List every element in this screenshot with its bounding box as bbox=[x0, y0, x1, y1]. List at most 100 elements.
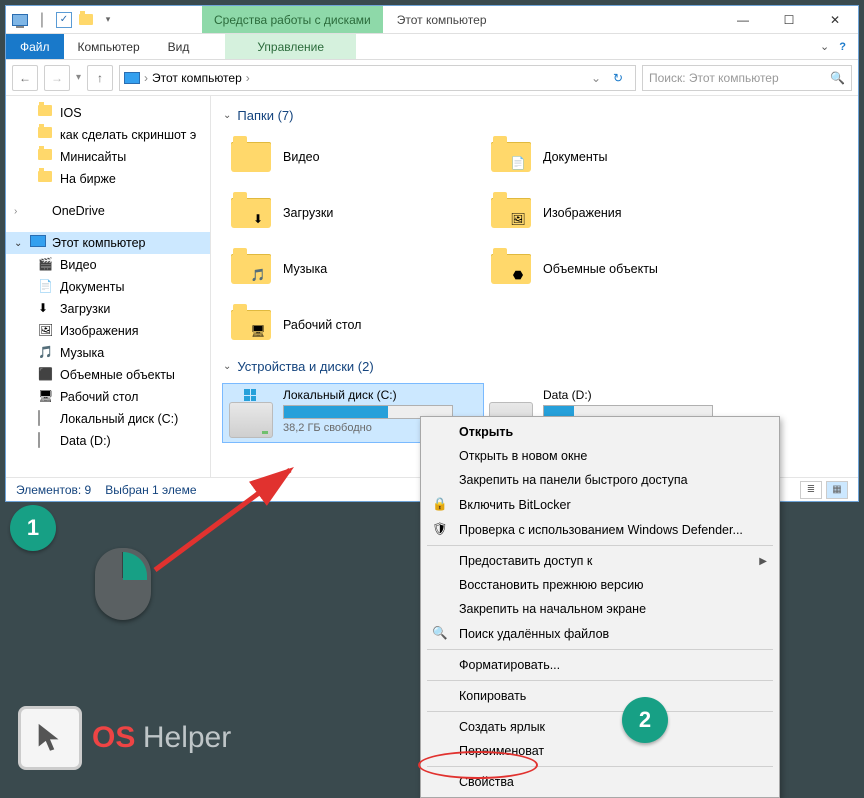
context-menu-item[interactable]: Копировать bbox=[423, 684, 777, 708]
folder-item[interactable]: ⬣Объемные объекты bbox=[483, 245, 743, 293]
maximize-button[interactable]: ☐ bbox=[766, 6, 812, 33]
drive-label: Data (D:) bbox=[543, 388, 737, 402]
tree-item-icon bbox=[38, 411, 54, 427]
refresh-icon[interactable]: ↻ bbox=[605, 71, 631, 85]
tree-item-label: Изображения bbox=[60, 324, 139, 338]
status-item-count: Элементов: 9 bbox=[16, 483, 91, 497]
folder-label: Документы bbox=[543, 150, 607, 164]
title-bar: | ✓ ▾ Средства работы с дисками Этот ком… bbox=[6, 6, 858, 34]
context-menu-item[interactable]: Открыть в новом окне bbox=[423, 444, 777, 468]
tree-item[interactable]: 🖼Изображения bbox=[6, 320, 210, 342]
group-folders-header[interactable]: ⌄Папки (7) bbox=[223, 108, 846, 123]
tree-item[interactable]: Минисайты bbox=[6, 146, 210, 168]
close-button[interactable]: ✕ bbox=[812, 6, 858, 33]
tree-item[interactable]: Data (D:) bbox=[6, 430, 210, 452]
folder-icon: 🖼 bbox=[489, 193, 533, 233]
address-bar-row: ← → ▾ ↑ › Этот компьютер › ⌄ ↻ Поиск: Эт… bbox=[6, 60, 858, 96]
folder-label: Изображения bbox=[543, 206, 622, 220]
tab-manage[interactable]: Управление bbox=[225, 34, 356, 59]
context-item-label: Копировать bbox=[459, 689, 526, 703]
nav-forward-button[interactable]: → bbox=[44, 65, 70, 91]
folder-icon: ⬣ bbox=[489, 249, 533, 289]
context-menu-item[interactable]: Переименоват bbox=[423, 739, 777, 763]
folder-item[interactable]: 🖥Рабочий стол bbox=[223, 301, 483, 349]
context-menu-item[interactable]: Свойства bbox=[423, 770, 777, 794]
tree-item-label: Загрузки bbox=[60, 302, 110, 316]
folder-item[interactable]: ⬇Загрузки bbox=[223, 189, 483, 237]
tree-item-icon: ⬇ bbox=[38, 301, 54, 317]
annotation-badge-2: 2 bbox=[622, 697, 668, 743]
expand-icon[interactable]: › bbox=[14, 206, 24, 217]
quick-access-toolbar: | ✓ ▾ bbox=[6, 6, 122, 33]
tree-item[interactable]: ⬛Объемные объекты bbox=[6, 364, 210, 386]
context-menu-item[interactable]: Форматировать... bbox=[423, 653, 777, 677]
tree-item[interactable]: как сделать скриншот э bbox=[6, 124, 210, 146]
view-details-button[interactable]: ≣ bbox=[800, 481, 822, 499]
minimize-button[interactable]: — bbox=[720, 6, 766, 33]
nav-recent-dropdown[interactable]: ▾ bbox=[76, 72, 81, 83]
tree-item[interactable]: На бирже bbox=[6, 168, 210, 190]
folder-item[interactable]: Видео bbox=[223, 133, 483, 181]
ribbon-collapse-icon[interactable]: ⌄ bbox=[820, 40, 829, 53]
tree-thispc[interactable]: ⌄Этот компьютер bbox=[6, 232, 210, 254]
search-icon[interactable]: 🔍 bbox=[830, 71, 845, 85]
breadcrumb-bar[interactable]: › Этот компьютер › ⌄ ↻ bbox=[119, 65, 636, 91]
tab-computer[interactable]: Компьютер bbox=[64, 34, 154, 59]
chevron-right-icon[interactable]: › bbox=[144, 71, 148, 85]
shield-icon: 🛡 bbox=[431, 522, 449, 537]
folder-label: Загрузки bbox=[283, 206, 333, 220]
folder-item[interactable]: 📄Документы bbox=[483, 133, 743, 181]
context-menu-item[interactable]: 🔒Включить BitLocker bbox=[423, 492, 777, 517]
context-item-label: Предоставить доступ к bbox=[459, 554, 592, 568]
context-separator bbox=[427, 545, 773, 546]
context-menu-item[interactable]: Создать ярлык bbox=[423, 715, 777, 739]
nav-up-button[interactable]: ↑ bbox=[87, 65, 113, 91]
cursor-icon bbox=[18, 706, 82, 770]
chevron-right-icon[interactable]: › bbox=[246, 71, 250, 85]
qat-dropdown-icon[interactable]: ▾ bbox=[100, 12, 116, 28]
nav-back-button[interactable]: ← bbox=[12, 65, 38, 91]
context-item-label: Закрепить на начальном экране bbox=[459, 602, 646, 616]
collapse-icon[interactable]: ⌄ bbox=[14, 238, 24, 249]
tree-item[interactable]: 🎬Видео bbox=[6, 254, 210, 276]
context-item-label: Свойства bbox=[459, 775, 514, 789]
tree-item[interactable]: Локальный диск (C:) bbox=[6, 408, 210, 430]
breadcrumb-history-icon[interactable]: ⌄ bbox=[591, 71, 601, 85]
folder-qat-icon[interactable] bbox=[78, 12, 94, 28]
checkbox-qat-icon[interactable]: ✓ bbox=[56, 12, 72, 28]
breadcrumb-root[interactable]: Этот компьютер bbox=[152, 71, 242, 85]
tree-item[interactable]: ⬇ Загрузки bbox=[6, 298, 210, 320]
context-item-label: Восстановить прежнюю версию bbox=[459, 578, 644, 592]
search-placeholder: Поиск: Этот компьютер bbox=[649, 71, 779, 85]
search-input[interactable]: Поиск: Этот компьютер 🔍 bbox=[642, 65, 852, 91]
help-icon[interactable]: ? bbox=[839, 41, 846, 53]
context-menu: ОткрытьОткрыть в новом окнеЗакрепить на … bbox=[420, 416, 780, 798]
qat-divider: | bbox=[34, 12, 50, 28]
context-menu-item[interactable]: Предоставить доступ к ▶ bbox=[423, 549, 777, 573]
tree-item-label: Видео bbox=[60, 258, 97, 272]
context-separator bbox=[427, 766, 773, 767]
submenu-arrow-icon: ▶ bbox=[759, 556, 767, 567]
tree-item-label: Документы bbox=[60, 280, 124, 294]
logo-os: OS bbox=[92, 721, 135, 754]
context-menu-item[interactable]: Закрепить на начальном экране bbox=[423, 597, 777, 621]
tree-item[interactable]: IOS bbox=[6, 102, 210, 124]
tree-item[interactable]: 🎵Музыка bbox=[6, 342, 210, 364]
tree-item[interactable]: 🖥Рабочий стол bbox=[6, 386, 210, 408]
context-menu-item[interactable]: Закрепить на панели быстрого доступа bbox=[423, 468, 777, 492]
tab-file[interactable]: Файл bbox=[6, 34, 64, 59]
chevron-down-icon: ⌄ bbox=[223, 110, 231, 121]
view-icons-button[interactable]: ▦ bbox=[826, 481, 848, 499]
tree-item-label: Объемные объекты bbox=[60, 368, 175, 382]
folder-item[interactable]: 🖼 Изображения bbox=[483, 189, 743, 237]
tree-item[interactable]: 📄Документы bbox=[6, 276, 210, 298]
tab-view[interactable]: Вид bbox=[154, 34, 204, 59]
context-menu-item[interactable]: Открыть bbox=[423, 420, 777, 444]
group-drives-header[interactable]: ⌄Устройства и диски (2) bbox=[223, 359, 846, 374]
context-menu-item[interactable]: 🛡Проверка с использованием Windows Defen… bbox=[423, 517, 777, 542]
folder-item[interactable]: 🎵Музыка bbox=[223, 245, 483, 293]
tree-onedrive[interactable]: ›OneDrive bbox=[6, 200, 210, 222]
context-menu-item[interactable]: 🔍Поиск удалённых файлов bbox=[423, 621, 777, 646]
annotation-mouse-icon bbox=[95, 548, 151, 620]
context-menu-item[interactable]: Восстановить прежнюю версию bbox=[423, 573, 777, 597]
